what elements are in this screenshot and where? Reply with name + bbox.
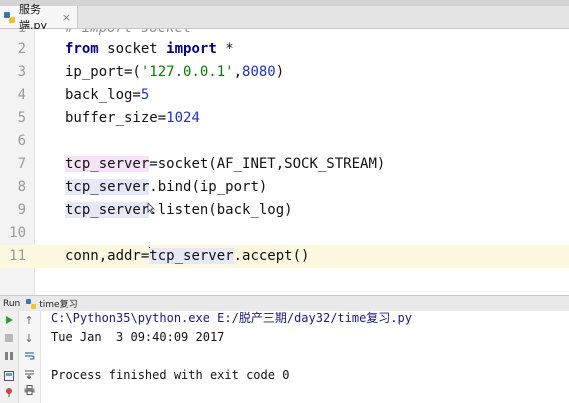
- line-number: 8: [17, 179, 26, 195]
- pin-icon[interactable]: [2, 385, 16, 399]
- code-text: conn,addr=tcp_server.accept(): [65, 245, 309, 268]
- string-literal: '127.0.0.1': [140, 64, 234, 80]
- paren: ): [275, 64, 285, 80]
- run-console: ↑ ↓ C:\Python35\python.exe E:/脱产三期/day32…: [0, 311, 569, 403]
- code-text: back_log=5: [65, 84, 149, 107]
- line-number: 9: [17, 202, 26, 218]
- code-text: tcp_server.bind(ip_port): [65, 176, 267, 199]
- scroll-down-icon[interactable]: ↓: [22, 331, 36, 345]
- stop-icon[interactable]: [2, 331, 16, 345]
- console-command-line: C:\Python35\python.exe E:/脱产三期/day32/tim…: [51, 311, 412, 325]
- code-line-2: 2 from socket import *: [0, 38, 569, 61]
- expression: .listen(back_log): [149, 202, 293, 218]
- line-number: 4: [17, 87, 26, 103]
- code-text: buffer_size=1024: [65, 107, 200, 130]
- print-icon[interactable]: [22, 383, 36, 397]
- python-file-icon: [26, 298, 37, 309]
- variable-highlight: tcp_server: [65, 179, 150, 195]
- assignment: buffer_size=: [65, 110, 167, 126]
- number-literal: 8080: [242, 64, 276, 80]
- console-toolbar: ↑ ↓: [19, 311, 41, 403]
- line-number: 7: [17, 156, 26, 172]
- line-number: 3: [17, 64, 26, 80]
- code-line-3: 3 ip_port=('127.0.0.1',8080): [0, 61, 569, 84]
- line-number: 11: [9, 248, 26, 264]
- python-file-icon: [4, 11, 15, 23]
- line-number: 6: [17, 133, 26, 149]
- code-line-7: 7 tcp_server=socket(AF_INET,SOCK_STREAM): [0, 153, 569, 176]
- assignment: conn,addr=: [65, 248, 150, 264]
- assignment: back_log=: [65, 87, 141, 103]
- code-text: tcp_server.listen(back_log): [65, 199, 293, 222]
- run-label: Run: [3, 298, 21, 309]
- close-icon[interactable]: ×: [62, 11, 71, 24]
- console-exit-line: Process finished with exit code 0: [51, 368, 290, 382]
- variable-highlight: tcp_server: [65, 156, 150, 172]
- scroll-to-end-icon[interactable]: [22, 367, 36, 381]
- code-line-8: 8 tcp_server.bind(ip_port): [0, 176, 569, 199]
- code-line-9: 9 tcp_server.listen(back_log): [0, 199, 569, 222]
- variable-highlight: tcp_server: [149, 248, 234, 264]
- number-literal: 1024: [166, 110, 200, 126]
- expression: .bind(ip_port): [149, 179, 268, 195]
- wildcard: *: [225, 41, 234, 57]
- assignment: ip_port=(: [65, 64, 141, 80]
- code-line-5: 5 buffer_size=1024: [0, 107, 569, 130]
- tab-server-py[interactable]: 服务端.py ×: [0, 3, 78, 32]
- number-literal: 5: [140, 87, 150, 103]
- rerun-icon[interactable]: [2, 313, 16, 327]
- soft-wrap-icon[interactable]: [22, 349, 36, 363]
- line-number: 5: [17, 110, 26, 126]
- code-line-6: 6: [0, 130, 569, 153]
- intention-bulb-icon[interactable]: [147, 199, 155, 215]
- scroll-up-icon[interactable]: ↑: [22, 313, 36, 327]
- keyword: import: [166, 41, 217, 57]
- code-editor[interactable]: 1 # import socket 2 from socket import *…: [0, 29, 569, 295]
- line-number: 10: [9, 225, 26, 241]
- code-text: from socket import *: [65, 38, 234, 61]
- expression: =socket(AF_INET,SOCK_STREAM): [149, 156, 386, 172]
- keyword: from: [65, 41, 99, 57]
- editor-tab-bar: 服务端.py ×: [0, 3, 569, 32]
- code-line-4: 4 back_log=5: [0, 84, 569, 107]
- code-line-11: 11 conn,addr=tcp_server.accept(): [0, 245, 569, 268]
- code-line-10: 10: [0, 222, 569, 245]
- console-output-line: Tue Jan 3 09:40:09 2017: [51, 330, 225, 344]
- pause-icon[interactable]: [2, 349, 16, 363]
- line-number: 2: [17, 41, 26, 57]
- run-toolbar: [0, 311, 19, 403]
- layout-icon[interactable]: [2, 369, 16, 383]
- expression: .accept(): [233, 248, 310, 264]
- module-name: socket: [107, 41, 158, 57]
- code-text: ip_port=('127.0.0.1',8080): [65, 61, 284, 84]
- code-text: tcp_server=socket(AF_INET,SOCK_STREAM): [65, 153, 385, 176]
- variable-highlight: tcp_server: [65, 202, 150, 218]
- comma: ,: [233, 64, 243, 80]
